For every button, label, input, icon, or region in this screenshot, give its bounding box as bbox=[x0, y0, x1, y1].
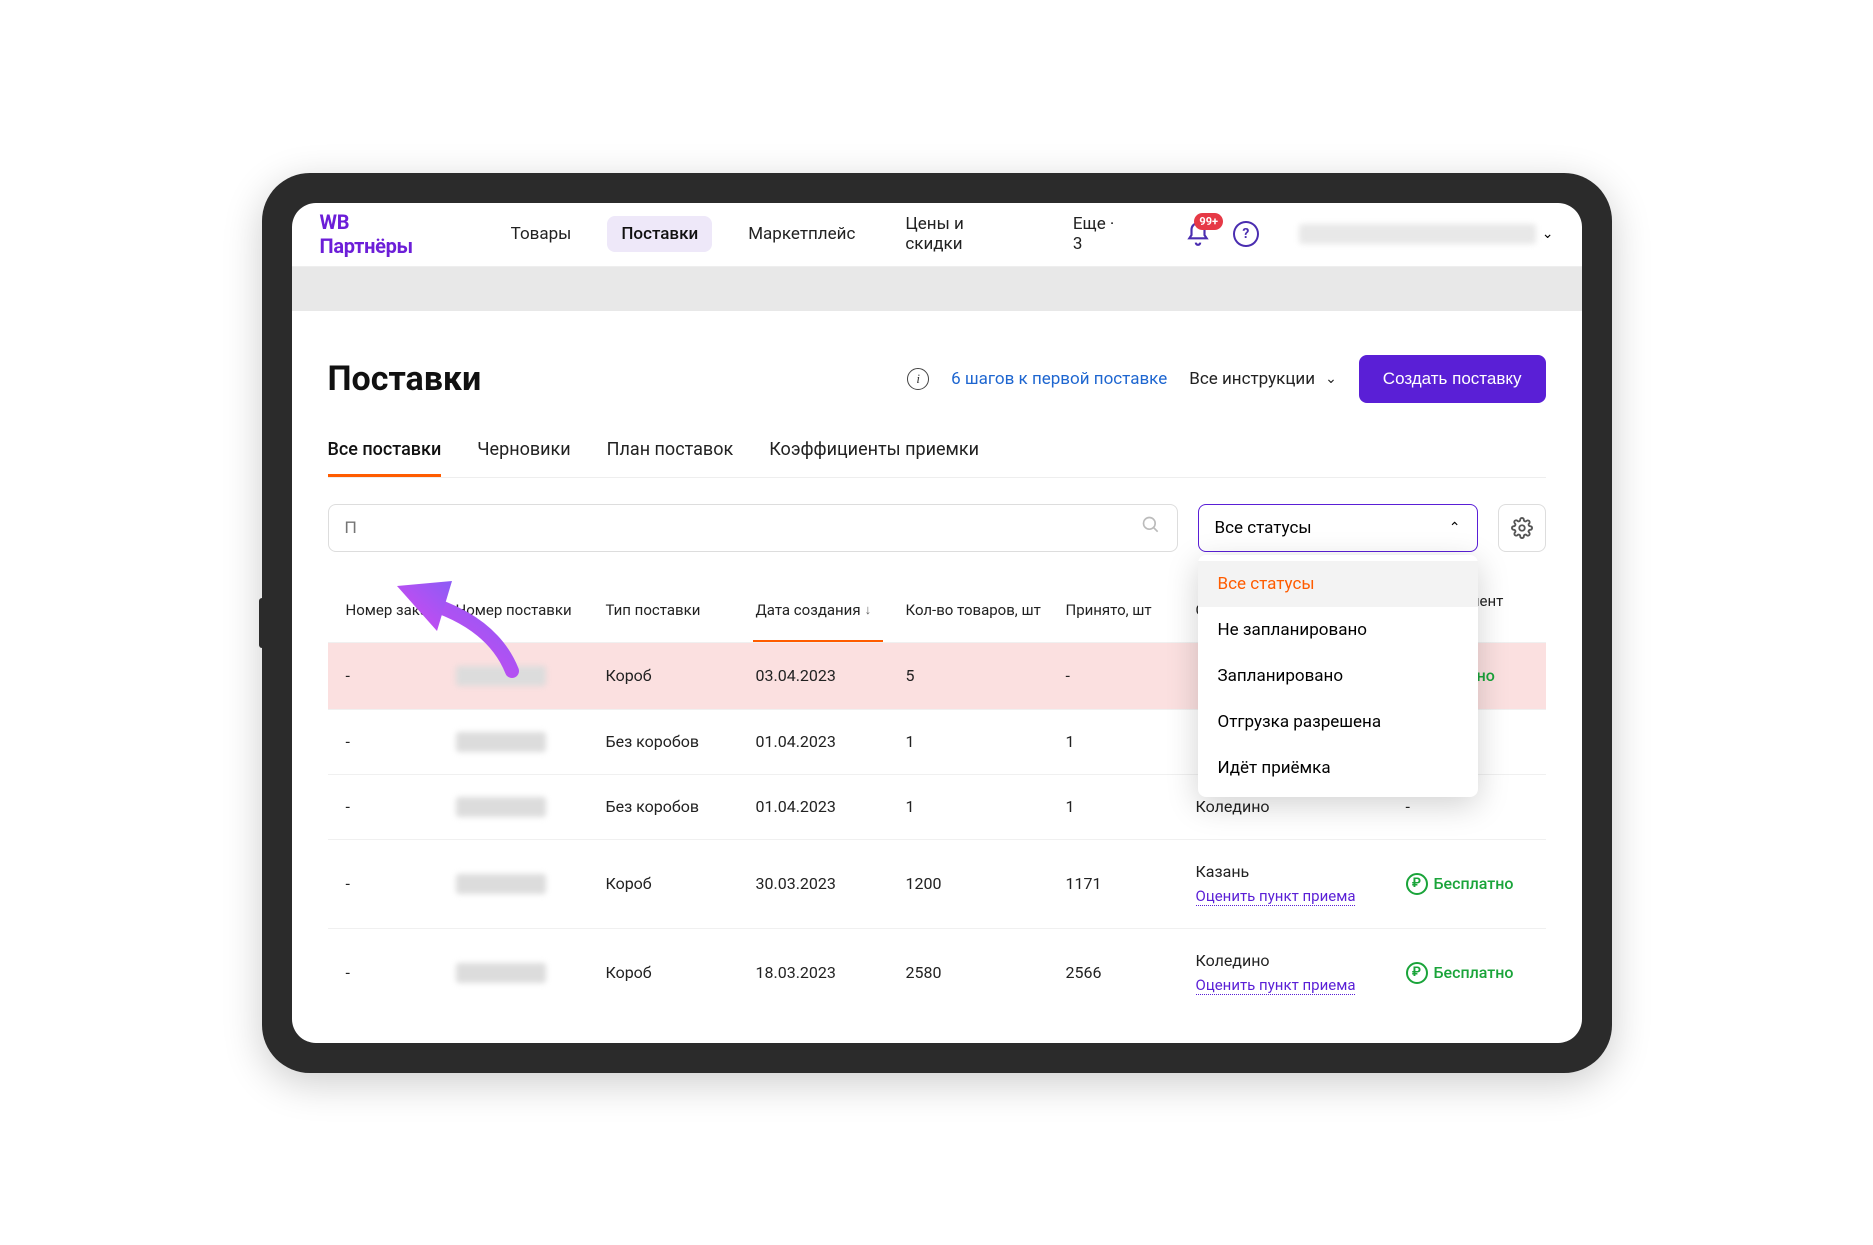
cell-accepted: 1171 bbox=[1066, 874, 1196, 893]
info-icon[interactable]: i bbox=[907, 368, 929, 390]
status-option-0[interactable]: Все статусы bbox=[1198, 561, 1478, 607]
column-header-3[interactable]: Дата создания bbox=[756, 601, 906, 619]
screen: WB Партнёры Товары Поставки Маркетплейс Цен… bbox=[292, 203, 1582, 1043]
chevron-up-icon: ⌃ bbox=[1449, 520, 1461, 536]
cell-qty: 1 bbox=[906, 732, 1066, 751]
cell-type: Без коробов bbox=[606, 797, 756, 816]
page-header: Поставки i 6 шагов к первой поставке Все… bbox=[328, 355, 1546, 403]
cell-supply-number bbox=[456, 797, 546, 817]
column-header-5[interactable]: Принято, шт bbox=[1066, 601, 1196, 619]
nav-item-1[interactable]: Поставки bbox=[607, 216, 712, 252]
cell-order: - bbox=[346, 797, 456, 816]
cell-qty: 5 bbox=[906, 666, 1066, 685]
page-title: Поставки bbox=[328, 359, 886, 399]
tablet-frame: WB Партнёры Товары Поставки Маркетплейс Цен… bbox=[262, 173, 1612, 1073]
user-menu[interactable]: ⌄ bbox=[1299, 222, 1554, 246]
cell-accepted: - bbox=[1066, 666, 1196, 685]
search-icon bbox=[1141, 515, 1161, 540]
nav-item-2[interactable]: Маркетплейс bbox=[734, 216, 869, 252]
status-dropdown-panel: Все статусыНе запланированоЗапланировано… bbox=[1198, 555, 1478, 797]
tab-3[interactable]: Коэффициенты приемки bbox=[769, 439, 979, 477]
filter-row: Все статусы ⌃ Все статусыНе запланирован… bbox=[328, 504, 1546, 552]
cell-date: 01.04.2023 bbox=[756, 797, 906, 816]
cell-order: - bbox=[346, 874, 456, 893]
cell-qty: 2580 bbox=[906, 963, 1066, 982]
status-filter-label: Все статусы bbox=[1215, 518, 1312, 538]
cell-warehouse: Коледино bbox=[1196, 797, 1406, 816]
steps-link[interactable]: 6 шагов к первой поставке bbox=[951, 369, 1167, 389]
cell-type: Короб bbox=[606, 963, 756, 982]
logo[interactable]: WB Партнёры bbox=[320, 210, 445, 258]
cell-accepted: 2566 bbox=[1066, 963, 1196, 982]
cell-order: - bbox=[346, 666, 456, 685]
search-input[interactable] bbox=[328, 504, 1178, 552]
cell-coef: ₽Бесплатно bbox=[1406, 873, 1566, 895]
cell-date: 18.03.2023 bbox=[756, 963, 906, 982]
ruble-icon: ₽ bbox=[1406, 962, 1428, 984]
ruble-icon: ₽ bbox=[1406, 873, 1428, 895]
cell-coef: - bbox=[1406, 797, 1566, 816]
cell-coef: ₽Бесплатно bbox=[1406, 962, 1566, 984]
cell-supply-number bbox=[456, 666, 546, 686]
cell-date: 30.03.2023 bbox=[756, 874, 906, 893]
instructions-dropdown[interactable]: Все инструкции ⌄ bbox=[1189, 369, 1337, 389]
instructions-label: Все инструкции bbox=[1189, 369, 1315, 389]
settings-button[interactable] bbox=[1498, 504, 1546, 552]
table-row[interactable]: - Короб30.03.202312001171КазаньОценить пу… bbox=[328, 839, 1546, 928]
help-icon[interactable]: ? bbox=[1233, 221, 1259, 247]
status-option-3[interactable]: Отгрузка разрешена bbox=[1198, 699, 1478, 745]
cell-warehouse: КолединоОценить пункт приема bbox=[1196, 951, 1406, 995]
cell-accepted: 1 bbox=[1066, 732, 1196, 751]
cell-supply-number bbox=[456, 963, 546, 983]
column-header-2[interactable]: Тип поставки bbox=[606, 601, 756, 619]
tabs: Все поставки Черновики План поставок Коэффи… bbox=[328, 439, 1546, 478]
cell-supply-number bbox=[456, 732, 546, 752]
nav-item-4[interactable]: Еще · 3 bbox=[1059, 206, 1141, 262]
nav-item-3[interactable]: Цены и скидки bbox=[891, 206, 1037, 262]
cell-supply-number bbox=[456, 874, 546, 894]
status-option-4[interactable]: Идёт приёмка bbox=[1198, 745, 1478, 791]
chevron-down-icon: ⌄ bbox=[1542, 226, 1554, 242]
rate-link[interactable]: Оценить пункт приема bbox=[1196, 887, 1356, 906]
rate-link[interactable]: Оценить пункт приема bbox=[1196, 976, 1356, 995]
create-supply-button[interactable]: Создать поставку bbox=[1359, 355, 1546, 403]
top-nav: WB Партнёры Товары Поставки Маркетплейс Цен… bbox=[292, 203, 1582, 267]
cell-order: - bbox=[346, 732, 456, 751]
status-option-2[interactable]: Запланировано bbox=[1198, 653, 1478, 699]
cell-type: Короб bbox=[606, 874, 756, 893]
tab-1[interactable]: Черновики bbox=[477, 439, 570, 477]
status-option-1[interactable]: Не запланировано bbox=[1198, 607, 1478, 653]
cell-type: Короб bbox=[606, 666, 756, 685]
cell-qty: 1200 bbox=[906, 874, 1066, 893]
nav-item-0[interactable]: Товары bbox=[497, 216, 586, 252]
cell-type: Без коробов bbox=[606, 732, 756, 751]
column-header-1[interactable]: Номер поставки bbox=[456, 601, 606, 619]
chevron-down-icon: ⌄ bbox=[1325, 371, 1337, 387]
search-field[interactable] bbox=[345, 518, 1141, 538]
cell-date: 01.04.2023 bbox=[756, 732, 906, 751]
status-filter-dropdown[interactable]: Все статусы ⌃ Все статусыНе запланирован… bbox=[1198, 504, 1478, 552]
bell-icon[interactable]: 99+ bbox=[1185, 221, 1211, 247]
cell-accepted: 1 bbox=[1066, 797, 1196, 816]
column-header-4[interactable]: Кол-во товаров, шт bbox=[906, 601, 1066, 619]
column-header-0[interactable]: Номер заказа bbox=[346, 601, 456, 619]
tab-0[interactable]: Все поставки bbox=[328, 439, 442, 477]
table-row[interactable]: - Короб18.03.202325802566КолединоОценить … bbox=[328, 928, 1546, 1017]
page-content: Поставки i 6 шагов к первой поставке Все… bbox=[292, 311, 1582, 1017]
cell-date: 03.04.2023 bbox=[756, 666, 906, 685]
tab-2[interactable]: План поставок bbox=[607, 439, 734, 477]
sub-header-strip bbox=[292, 267, 1582, 311]
notification-badge: 99+ bbox=[1194, 213, 1223, 230]
cell-warehouse: КазаньОценить пункт приема bbox=[1196, 862, 1406, 906]
cell-qty: 1 bbox=[906, 797, 1066, 816]
cell-order: - bbox=[346, 963, 456, 982]
